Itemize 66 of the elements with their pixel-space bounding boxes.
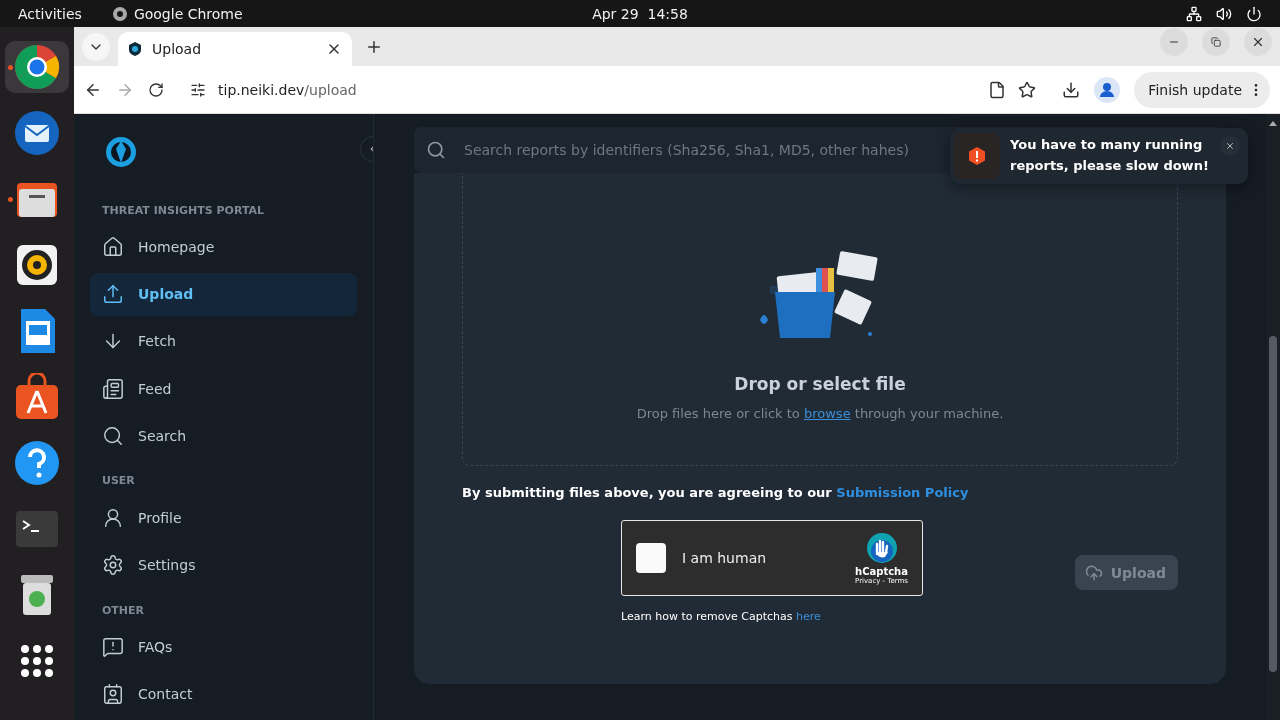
logo-icon[interactable] xyxy=(104,135,138,170)
nav-item[interactable]: Homepage xyxy=(90,225,357,269)
finish-update-button[interactable]: Finish update xyxy=(1134,71,1270,108)
section-heading: USER xyxy=(101,473,136,490)
search-icon xyxy=(426,140,446,160)
dropzone-title: Drop or select file xyxy=(734,374,906,394)
reload-icon[interactable] xyxy=(148,81,164,98)
nav-item[interactable]: Fetch xyxy=(90,319,357,364)
nav-item[interactable]: Settings xyxy=(90,543,357,587)
close-button[interactable] xyxy=(1244,28,1272,56)
nav-item[interactable]: Upload xyxy=(90,272,357,316)
browse-link[interactable]: browse xyxy=(803,406,851,421)
captcha-checkbox[interactable] xyxy=(636,543,666,573)
shopping-bag-icon[interactable] xyxy=(13,373,61,421)
captcha-brand: hCaptcha xyxy=(855,565,908,577)
nav-item[interactable]: Search xyxy=(90,414,357,458)
nav-item[interactable]: Contact xyxy=(90,672,357,717)
submission-policy-link[interactable]: Submission Policy xyxy=(836,485,969,500)
app-grid-icon[interactable] xyxy=(20,644,54,678)
hand-icon xyxy=(865,531,898,564)
browser-tab[interactable]: Upload xyxy=(118,32,352,66)
dock-item[interactable] xyxy=(5,41,69,93)
agreement-text: By submitting files above, you are agreeing to our Submission Policy xyxy=(462,485,970,500)
download-icon[interactable] xyxy=(1062,80,1081,99)
chrome-icon[interactable] xyxy=(13,43,61,91)
here-link[interactable]: here xyxy=(795,610,821,623)
captcha-help-text: Learn how to remove Captchas here xyxy=(621,610,822,623)
speech-bubble-icon xyxy=(102,636,124,659)
plus-icon xyxy=(365,38,383,56)
nav-item[interactable]: Profile xyxy=(90,496,357,540)
newspaper-icon xyxy=(102,377,124,400)
warning-icon xyxy=(967,146,987,166)
volume-icon[interactable] xyxy=(1216,5,1232,22)
clock[interactable]: Apr 29 14:58 xyxy=(592,5,688,22)
bookmark-icon[interactable] xyxy=(1018,80,1037,99)
network-icon[interactable] xyxy=(1186,5,1202,22)
restore-button[interactable] xyxy=(1202,28,1230,56)
help-icon[interactable] xyxy=(13,439,61,487)
app-name[interactable]: Google Chrome xyxy=(133,5,243,22)
close-icon[interactable] xyxy=(1220,136,1240,156)
captcha-label: I am human xyxy=(682,550,768,566)
toast-message: You have to many running reports, please slow down! xyxy=(1010,136,1210,175)
mail-icon[interactable] xyxy=(13,109,61,157)
address-field[interactable]: tip.neiki.dev/upload xyxy=(218,81,977,98)
close-icon xyxy=(1251,35,1265,49)
activities-button[interactable]: Activities xyxy=(18,5,82,22)
upload-icon xyxy=(102,283,124,306)
power-icon[interactable] xyxy=(1246,5,1262,22)
nav-item[interactable]: FAQs xyxy=(90,625,357,669)
chrome-icon xyxy=(111,5,128,22)
section-heading: OTHER xyxy=(101,602,146,619)
profile-icon[interactable] xyxy=(1094,76,1121,103)
cloud-upload-icon xyxy=(1084,563,1103,582)
settings-icon xyxy=(102,554,124,577)
person-icon xyxy=(102,506,124,529)
site-settings-icon[interactable] xyxy=(190,81,206,98)
restore-icon xyxy=(1211,37,1221,47)
section-heading: THREAT INSIGHTS PORTAL xyxy=(101,202,266,219)
home-icon xyxy=(102,236,124,259)
shield-icon xyxy=(128,41,142,57)
nav-item[interactable]: Feed xyxy=(90,367,357,411)
page-icon[interactable] xyxy=(988,80,1007,99)
tab-search-button[interactable] xyxy=(82,33,110,61)
search-icon xyxy=(102,424,124,447)
dropzone-hint: Drop files here or click to browse through your machine. xyxy=(636,406,1004,421)
contact-card-icon xyxy=(102,683,124,706)
